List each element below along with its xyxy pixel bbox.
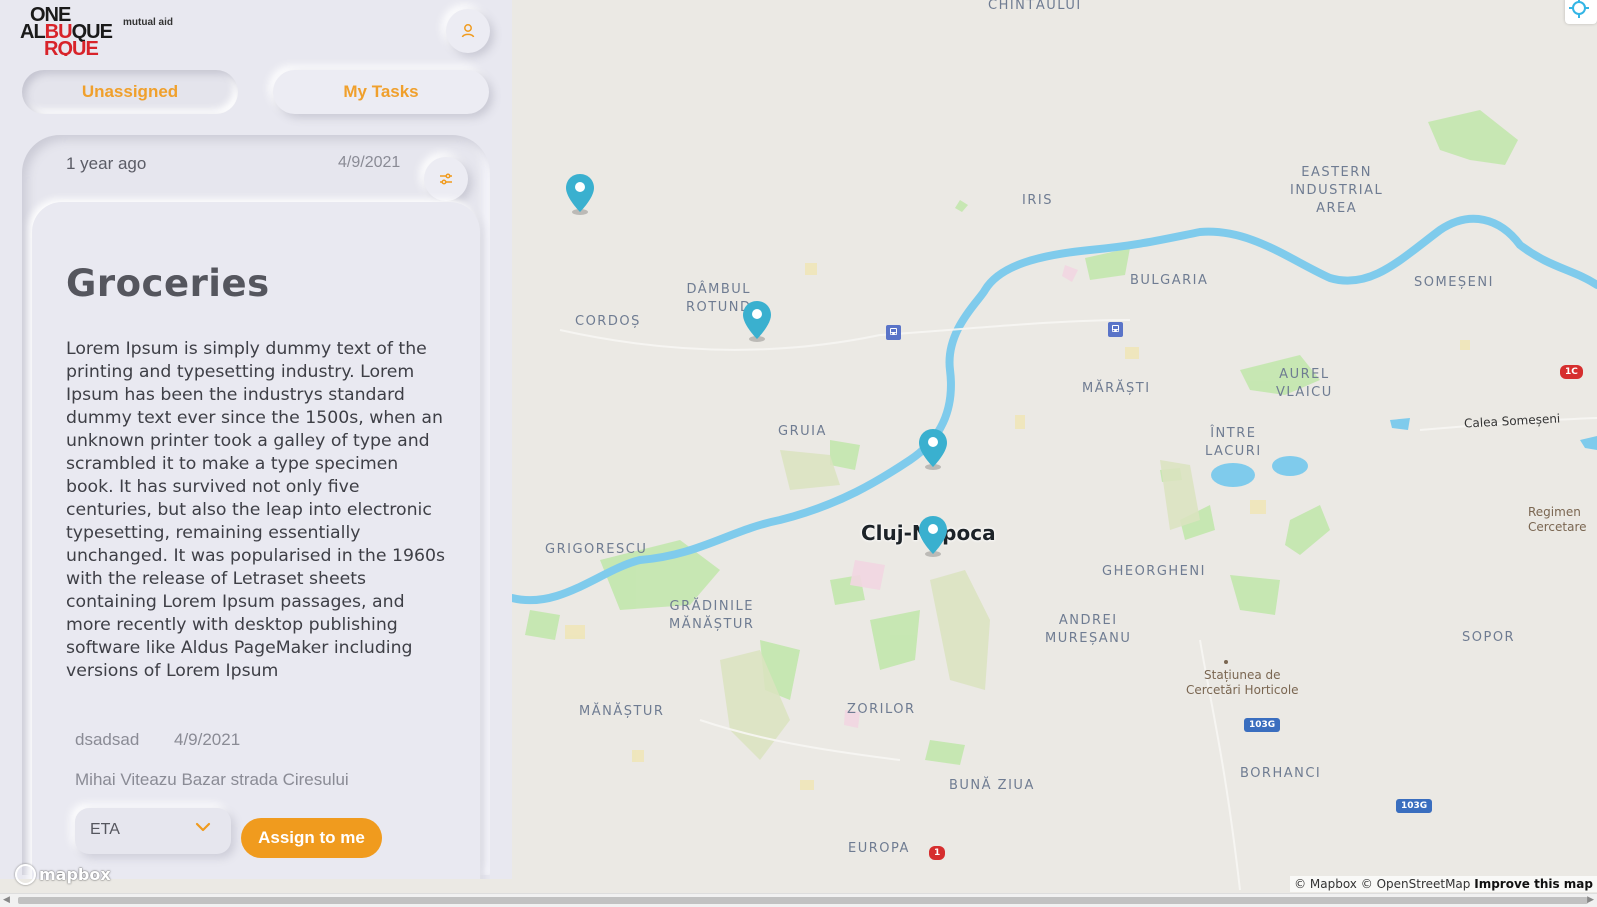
lake-1 bbox=[1211, 463, 1255, 487]
attribution-improve[interactable]: Improve this map bbox=[1474, 877, 1593, 891]
train-icon[interactable] bbox=[1108, 322, 1123, 337]
label-someseni: SOMEȘENI bbox=[1414, 275, 1494, 290]
label-sopor: SOPOR bbox=[1462, 630, 1516, 645]
map-pin-icon[interactable] bbox=[741, 299, 773, 347]
train-icon[interactable] bbox=[886, 325, 901, 340]
svg-text:RQUE: RQUE bbox=[44, 38, 98, 56]
road-shield-1c: 1C bbox=[1560, 365, 1583, 379]
geolocate-button[interactable] bbox=[1565, 0, 1597, 24]
road-shield-103g: 103G bbox=[1244, 718, 1281, 732]
task-relative-time: 1 year ago bbox=[66, 154, 147, 173]
chevron-down-icon bbox=[193, 817, 213, 841]
road-shield-103g-2: 103G bbox=[1396, 799, 1433, 813]
poi-dot bbox=[1224, 660, 1228, 664]
label-eastern-industrial-area: EASTERN INDUSTRIAL AREA bbox=[1290, 165, 1384, 216]
task-title: Groceries bbox=[66, 262, 270, 305]
tab-my-tasks[interactable]: My Tasks bbox=[273, 70, 489, 114]
user-icon bbox=[461, 24, 475, 38]
label-gradinile-manastur: GRĂDINILE MĂNĂȘTUR bbox=[669, 599, 755, 632]
label-aurel-vlaicu: AUREL VLAICU bbox=[1276, 367, 1333, 400]
eta-select[interactable]: ETA bbox=[75, 808, 231, 854]
tab-unassigned[interactable]: Unassigned bbox=[22, 70, 238, 114]
app-tagline: mutual aid bbox=[123, 17, 174, 28]
map-pin-icon[interactable] bbox=[564, 172, 596, 220]
task-description: Lorem Ipsum is simply dummy text of the … bbox=[66, 339, 445, 681]
map-pin-icon[interactable] bbox=[917, 514, 949, 562]
lake-2 bbox=[1272, 456, 1308, 476]
label-buna-ziua: BUNĂ ZIUA bbox=[949, 778, 1035, 793]
label-grigorescu: GRIGORESCU bbox=[545, 542, 648, 557]
eta-selected-value: ETA bbox=[90, 821, 120, 838]
scrollbar-thumb[interactable] bbox=[18, 897, 1588, 904]
label-zorilor: ZORILOR bbox=[847, 702, 916, 717]
horizontal-scrollbar[interactable]: ◀ ▶ bbox=[0, 893, 1597, 907]
scroll-right-icon[interactable]: ▶ bbox=[1587, 895, 1594, 905]
profile-button[interactable] bbox=[446, 9, 490, 53]
task-address: Mihai Viteazu Bazar strada Ciresului bbox=[75, 770, 349, 789]
assign-to-me-button[interactable]: Assign to me bbox=[241, 818, 382, 858]
map-attribution: © Mapbox © OpenStreetMap Improve this ma… bbox=[1290, 876, 1597, 892]
mapbox-logo-mark bbox=[15, 864, 36, 885]
app-logo[interactable]: ONE ALBUQUE RQUE bbox=[20, 4, 120, 60]
attribution-mapbox[interactable]: © Mapbox bbox=[1294, 877, 1357, 891]
mapbox-logo[interactable]: mapbox bbox=[15, 864, 111, 885]
sliders-icon bbox=[440, 173, 452, 185]
geolocate-icon bbox=[1569, 0, 1589, 18]
poi-statiunea: Stațiunea de Cercetări Horticole bbox=[1186, 668, 1299, 697]
poi-regimen: Regimen Cercetare bbox=[1528, 505, 1587, 534]
label-andrei-muresanu: ANDREI MUREȘANU bbox=[1045, 613, 1132, 646]
logo-graphic: ONE ALBUQUE RQUE bbox=[20, 4, 114, 60]
label-iris: IRIS bbox=[1022, 193, 1053, 208]
task-requester: dsadsad bbox=[75, 730, 140, 749]
map-pin-icon[interactable] bbox=[917, 427, 949, 475]
label-intre-lacuri: ÎNTRE LACURI bbox=[1205, 426, 1262, 459]
label-cordos: CORDOȘ bbox=[575, 314, 641, 329]
task-panel: ONE ALBUQUE RQUE mutual aid Unassigned M… bbox=[0, 0, 512, 879]
task-date: 4/9/2021 bbox=[338, 154, 401, 171]
label-europa: EUROPA bbox=[848, 841, 910, 856]
label-borhanci: BORHANCI bbox=[1240, 766, 1322, 781]
label-gheorgheni: GHEORGHENI bbox=[1102, 564, 1206, 579]
road-shield-1: 1 bbox=[929, 846, 946, 860]
label-chintaului: CHINTĂULUI bbox=[988, 0, 1082, 13]
attribution-osm[interactable]: © OpenStreetMap bbox=[1361, 877, 1471, 891]
label-bulgaria: BULGARIA bbox=[1130, 273, 1209, 288]
task-requested-date: 4/9/2021 bbox=[174, 730, 241, 749]
filter-button[interactable] bbox=[424, 157, 468, 201]
label-marasti: MĂRĂȘTI bbox=[1082, 381, 1151, 396]
label-gruia: GRUIA bbox=[778, 424, 827, 439]
scroll-left-icon[interactable]: ◀ bbox=[3, 895, 10, 905]
mapbox-logo-text: mapbox bbox=[39, 865, 111, 884]
label-manastur: MĂNĂȘTUR bbox=[579, 704, 665, 719]
